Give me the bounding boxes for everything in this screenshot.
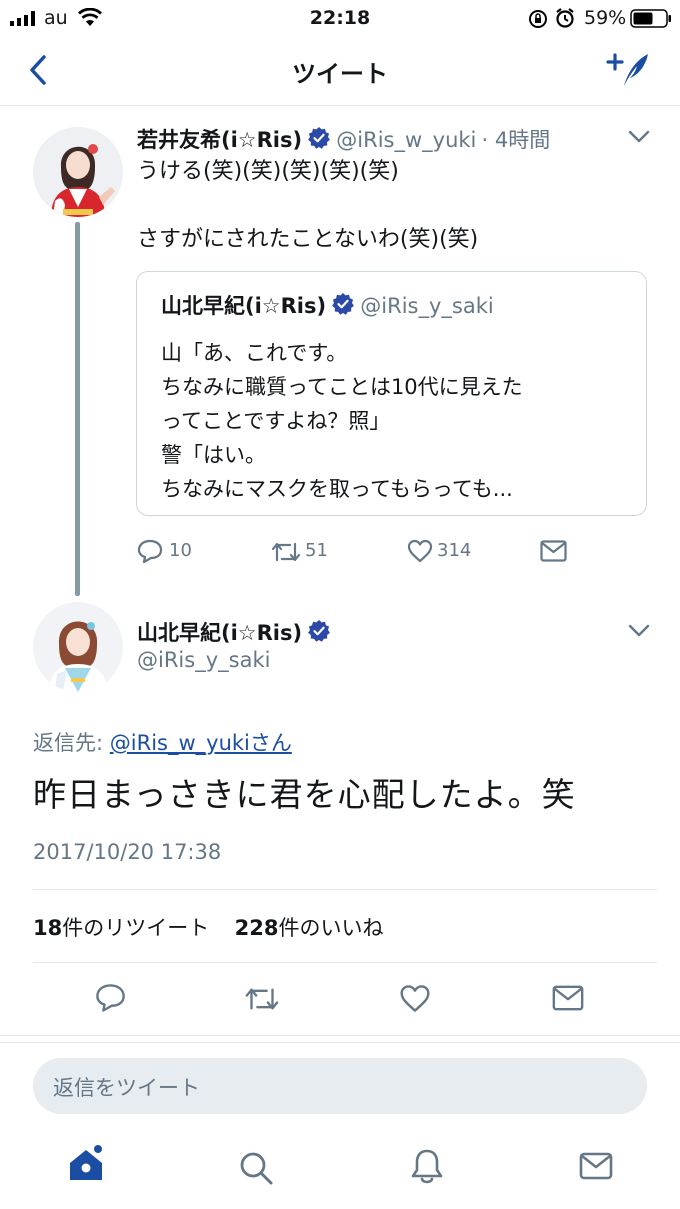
battery-percent: 59%: [584, 7, 627, 29]
tweet-timestamp: 2017/10/20 17:38: [33, 840, 222, 864]
tweet-text: うける(笑)(笑)(笑)(笑)(笑) さすがにされたことないわ(笑)(笑): [137, 159, 479, 252]
avatar-photo: [33, 127, 123, 217]
engagement-stats: 18件のリツイート 228件のいいね: [33, 912, 383, 942]
reply-icon[interactable]: [95, 983, 126, 1013]
main-tweet-text: 昨日まっさきに君を心配したよ。笑: [33, 775, 576, 814]
retweet-count: 51: [305, 540, 328, 561]
search-icon[interactable]: [238, 1150, 274, 1186]
avatar[interactable]: [33, 127, 123, 217]
divider: [33, 962, 657, 963]
reply-icon: [137, 539, 163, 564]
verified-badge-icon: [332, 293, 355, 315]
tab-bar: [0, 1130, 680, 1209]
verified-badge-icon: [308, 620, 331, 642]
quoted-author-handle: @iRis_y_saki: [360, 294, 494, 318]
retweet-icon: [271, 542, 301, 562]
reply-input[interactable]: 返信をツイート: [33, 1058, 647, 1114]
retweet-total: 18: [33, 916, 63, 940]
chevron-down-icon[interactable]: [628, 624, 650, 638]
author-handle[interactable]: @iRis_y_saki: [137, 648, 270, 672]
quoted-tweet-card[interactable]: 山北早紀(i☆Ris) @iRis_y_saki 山「あ、これです。 ちなみに職…: [136, 271, 647, 516]
avatar[interactable]: [33, 602, 123, 692]
like-total-label: 件のいいね: [278, 916, 384, 940]
retweet-stat[interactable]: 18件のリツイート: [33, 916, 209, 940]
author-name[interactable]: 若井友希(i☆Ris): [137, 128, 302, 152]
tweet-header: 若井友希(i☆Ris) @iRis_w_yuki · 4時間: [137, 124, 550, 154]
author-handle[interactable]: @iRis_w_yuki: [336, 128, 476, 152]
clock: 22:18: [309, 7, 371, 29]
quoted-tweet-text: 山「あ、これです。 ちなみに職質ってことは10代に見えた ってことですよね？照」…: [161, 341, 523, 501]
thread-connector-line: [75, 222, 80, 596]
status-bar: au 22:18 59%: [0, 0, 680, 36]
dm-icon[interactable]: [552, 985, 584, 1011]
author-name[interactable]: 山北早紀(i☆Ris): [137, 621, 302, 645]
reply-to-label: 返信先:: [33, 731, 110, 755]
like-stat[interactable]: 228件のいいね: [235, 916, 384, 940]
divider: [0, 1035, 680, 1036]
page-title: ツイート: [292, 60, 388, 88]
quoted-tweet-header: 山北早紀(i☆Ris) @iRis_y_saki: [161, 290, 494, 320]
dm-icon[interactable]: [540, 540, 567, 562]
notifications-bell-icon[interactable]: [410, 1148, 444, 1186]
tweet-actions: 10 51 314: [137, 538, 647, 566]
heart-icon: [407, 539, 433, 563]
messages-icon[interactable]: [579, 1152, 613, 1180]
retweet-icon[interactable]: [244, 985, 280, 1013]
reply-placeholder: 返信をツイート: [53, 1076, 200, 1100]
divider: [0, 1042, 680, 1043]
tweet-header: 山北早紀(i☆Ris): [137, 617, 331, 647]
reply-count: 10: [169, 540, 192, 561]
home-icon[interactable]: [67, 1144, 105, 1184]
like-count: 314: [437, 540, 472, 561]
rotation-lock-icon: [529, 10, 547, 28]
nav-bar: ツイート: [0, 36, 680, 106]
heart-icon[interactable]: [399, 984, 431, 1013]
quoted-author-name: 山北早紀(i☆Ris): [161, 294, 327, 318]
chevron-down-icon[interactable]: [628, 130, 650, 144]
divider: [33, 889, 657, 890]
retweet-total-label: 件のリツイート: [62, 916, 210, 940]
verified-badge-icon: [308, 127, 331, 149]
alarm-icon: [556, 8, 574, 28]
tweet-age: · 4時間: [481, 128, 551, 152]
battery-icon: [630, 9, 671, 28]
avatar-photo: [33, 602, 123, 692]
reply-context: 返信先: @iRis_w_yukiさん: [33, 727, 292, 757]
compose-tweet-icon[interactable]: [606, 50, 650, 90]
reply-to-link[interactable]: @iRis_w_yukiさん: [110, 731, 292, 755]
like-total: 228: [234, 916, 279, 940]
